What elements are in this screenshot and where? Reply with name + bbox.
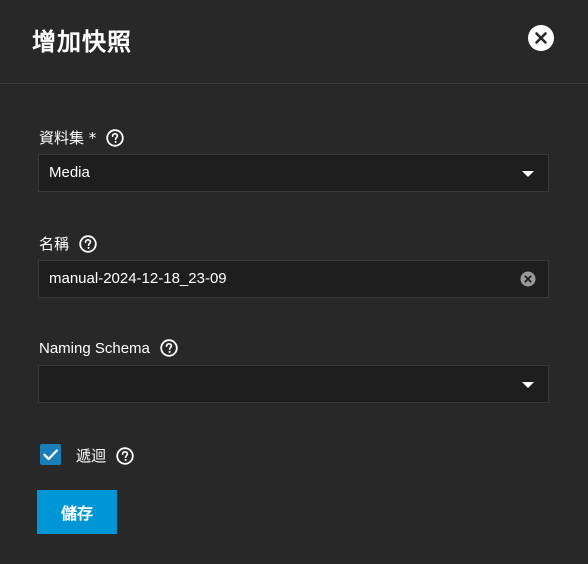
recursive-label-row: 遞迴 xyxy=(76,445,134,466)
naming-schema-label: Naming Schema xyxy=(39,339,150,357)
help-icon[interactable] xyxy=(106,128,124,147)
dataset-select-value: Media xyxy=(49,164,90,181)
name-label-row: 名稱 xyxy=(39,233,97,254)
dataset-select[interactable]: Media xyxy=(38,154,549,192)
name-label: 名稱 xyxy=(39,235,70,253)
name-input[interactable]: manual-2024-12-18_23-09 xyxy=(38,260,549,298)
dropdown-arrow-icon xyxy=(522,171,534,177)
help-icon[interactable] xyxy=(160,339,178,357)
close-icon xyxy=(535,32,547,44)
dialog-header: 增加快照 xyxy=(0,0,588,84)
save-button[interactable]: 儲存 xyxy=(37,490,117,534)
dropdown-arrow-icon xyxy=(522,382,534,388)
dialog-title: 增加快照 xyxy=(32,28,132,56)
recursive-label: 遞迴 xyxy=(76,447,107,465)
help-icon[interactable] xyxy=(79,234,97,253)
name-input-value: manual-2024-12-18_23-09 xyxy=(49,270,227,287)
dataset-label: 資料集 * xyxy=(39,129,97,147)
naming-schema-select[interactable] xyxy=(38,365,549,403)
add-snapshot-dialog: 增加快照 資料集 * Media 名稱 manual-2024-12-18_23… xyxy=(0,0,588,564)
dataset-label-row: 資料集 * xyxy=(39,127,124,148)
checkmark-icon xyxy=(43,449,58,461)
naming-schema-label-row: Naming Schema xyxy=(39,339,178,357)
clear-icon[interactable] xyxy=(520,271,536,287)
close-button[interactable] xyxy=(528,25,554,51)
help-icon[interactable] xyxy=(116,446,134,465)
recursive-checkbox[interactable] xyxy=(40,444,61,465)
